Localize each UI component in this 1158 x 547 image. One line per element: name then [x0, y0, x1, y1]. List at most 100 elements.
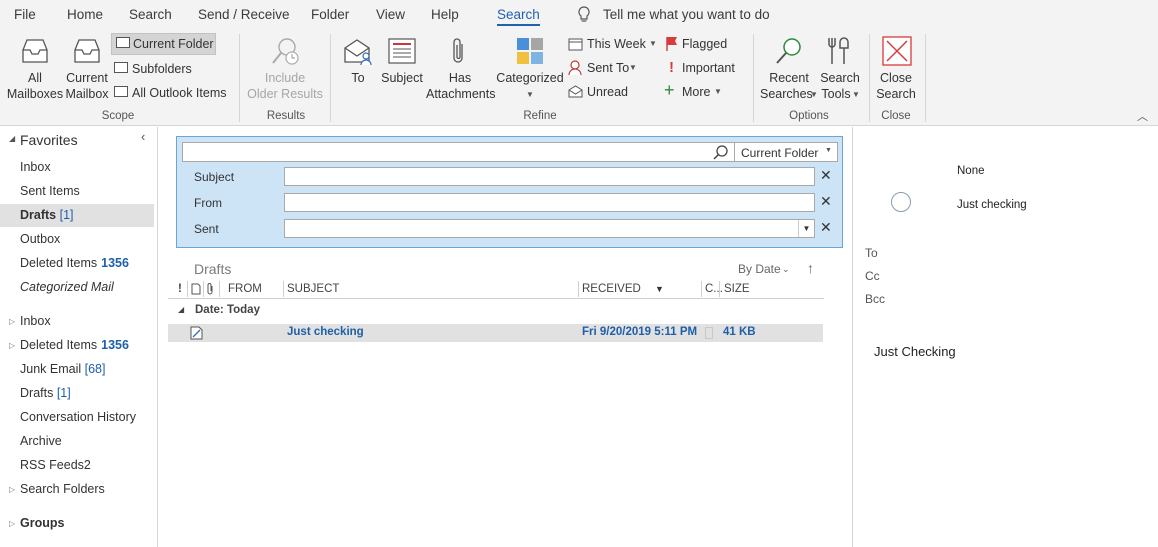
folder-junk-email[interactable]: Junk Email [68] — [20, 362, 105, 376]
this-week-label: This Week — [587, 37, 646, 51]
favorite-drafts[interactable]: Drafts [1] — [20, 208, 74, 222]
tab-send-receive[interactable]: Send / Receive — [198, 7, 290, 22]
categorized-button[interactable]: Categorized ▼ — [496, 32, 564, 104]
expand-arrow-icon[interactable]: ▷ — [9, 485, 15, 494]
has-attachments-button[interactable]: Has Attachments — [426, 32, 495, 104]
flagged-button[interactable]: Flagged — [664, 35, 736, 53]
clear-subject-icon[interactable]: ✕ — [820, 167, 832, 184]
expand-arrow-icon[interactable]: ▷ — [9, 317, 15, 326]
this-week-button[interactable]: This Week ▼ — [567, 35, 659, 53]
sort-direction-icon[interactable]: ↑ — [807, 260, 814, 276]
current-folder-button[interactable]: Current Folder — [111, 33, 216, 55]
category-box-icon — [705, 327, 713, 339]
exclamation-icon: ! — [669, 59, 674, 76]
all-outlook-items-label: All Outlook Items — [132, 86, 227, 100]
favorite-outbox[interactable]: Outbox — [20, 232, 60, 246]
column-divider — [719, 281, 720, 297]
group-collapse-icon[interactable]: ◢ — [178, 305, 184, 314]
column-divider — [701, 281, 702, 297]
category-column-header[interactable]: C... — [705, 283, 723, 295]
subject-column-header[interactable]: SUBJECT — [287, 283, 339, 295]
groups-header[interactable]: Groups — [20, 516, 64, 530]
current-folder-label: Current Folder — [133, 37, 214, 51]
person-icon — [568, 60, 582, 78]
recent-searches-button[interactable]: Recent Searches ▼ — [760, 32, 818, 104]
from-column-header[interactable]: FROM — [228, 283, 262, 295]
favorite-categorized-mail[interactable]: Categorized Mail — [20, 280, 114, 294]
include-older-results-button[interactable]: Include Older Results — [246, 32, 324, 104]
folder-conversation-history[interactable]: Conversation History — [20, 410, 136, 424]
minimize-pane-icon[interactable]: ‹ — [141, 129, 145, 144]
search-input[interactable] — [182, 142, 735, 162]
tab-view[interactable]: View — [376, 7, 405, 22]
clear-from-icon[interactable]: ✕ — [820, 193, 832, 210]
search-magnifier-icon[interactable] — [713, 145, 729, 164]
favorite-sent-items[interactable]: Sent Items — [20, 184, 80, 198]
ribbon-divider — [925, 34, 926, 122]
expand-arrow-icon[interactable]: ▷ — [9, 341, 15, 350]
clear-sent-icon[interactable]: ✕ — [820, 219, 832, 236]
folder-search-folders[interactable]: Search Folders — [20, 482, 105, 496]
sender-avatar[interactable] — [891, 192, 911, 212]
folder-rss-feeds[interactable]: RSS Feeds2 — [20, 458, 91, 472]
to-label: To — [865, 246, 878, 260]
favorite-inbox[interactable]: Inbox — [20, 160, 51, 174]
all-outlook-items-button[interactable]: All Outlook Items — [114, 84, 229, 102]
attachment-column-icon[interactable] — [206, 283, 214, 298]
lightbulb-icon — [577, 6, 591, 27]
subfolders-button[interactable]: Subfolders — [114, 60, 214, 78]
tab-help[interactable]: Help — [431, 7, 459, 22]
column-divider — [283, 281, 284, 297]
folder-icon — [116, 37, 130, 48]
sent-to-label: Sent To — [587, 61, 630, 75]
collapse-ribbon-icon[interactable]: ︿ — [1137, 108, 1148, 124]
from-field-label: From — [194, 196, 222, 210]
from-search-field[interactable] — [284, 193, 815, 212]
size-column-header[interactable]: SIZE — [724, 283, 750, 295]
search-tools-dropdown-icon: ▼ — [852, 90, 860, 99]
sent-dropdown-icon[interactable]: ▼ — [798, 220, 814, 237]
current-mailbox-button[interactable]: Current Mailbox — [64, 32, 110, 104]
subject-doc-icon — [388, 38, 416, 67]
collapse-arrow-icon[interactable]: ◢ — [9, 134, 15, 143]
sort-by-date[interactable]: By Date — [738, 262, 781, 276]
more-dropdown-icon: ▼ — [714, 87, 722, 96]
sort-dropdown-icon[interactable]: ⌄ — [782, 264, 790, 275]
search-scope-dropdown[interactable]: Current Folder ▼ — [734, 142, 838, 162]
tab-file[interactable]: File — [14, 7, 36, 22]
subject-button[interactable]: Subject — [380, 32, 424, 104]
importance-column-header[interactable]: ! — [178, 283, 182, 295]
folder-drafts[interactable]: Drafts [1] — [20, 386, 71, 400]
tab-folder[interactable]: Folder — [311, 7, 349, 22]
favorites-header[interactable]: Favorites — [20, 132, 78, 148]
all-mailboxes-button[interactable]: All Mailboxes — [6, 32, 63, 104]
search-tools-button[interactable]: Search Tools ▼ — [818, 32, 862, 104]
recent-searches-label-2: Searches — [760, 87, 813, 101]
received-column-header[interactable]: RECEIVED — [582, 283, 641, 295]
outlook-window: File Home Search Send / Receive Folder V… — [0, 0, 1158, 547]
expand-arrow-icon[interactable]: ▷ — [9, 519, 15, 528]
group-header-today[interactable]: Date: Today — [195, 304, 260, 316]
sent-to-button[interactable]: Sent To ▼ — [567, 59, 639, 77]
subject-search-field[interactable] — [284, 167, 815, 186]
tab-search-menu[interactable]: Search — [129, 7, 172, 22]
sent-search-field[interactable]: ▼ — [284, 219, 815, 238]
message-body: Just Checking — [874, 344, 956, 359]
tab-search[interactable]: Search — [497, 7, 540, 26]
row-received: Fri 9/20/2019 5:11 PM — [582, 326, 698, 338]
tell-me-box[interactable]: Tell me what you want to do — [603, 7, 770, 22]
flag-icon — [665, 36, 679, 54]
tab-home[interactable]: Home — [67, 7, 103, 22]
more-button[interactable]: + More ▼ — [664, 80, 728, 101]
to-button[interactable]: To — [338, 32, 378, 104]
favorite-deleted-items[interactable]: Deleted Items 1356 — [20, 256, 129, 270]
unread-button[interactable]: Unread — [567, 83, 639, 101]
item-type-column-icon[interactable] — [191, 283, 201, 298]
search-tools-label-1: Search — [820, 71, 860, 85]
table-row[interactable]: Just checking Fri 9/20/2019 5:11 PM 41 K… — [168, 324, 823, 342]
folder-deleted-items[interactable]: Deleted Items 1356 — [20, 338, 129, 352]
folder-archive[interactable]: Archive — [20, 434, 62, 448]
close-search-button[interactable]: Close Search — [874, 32, 918, 104]
important-button[interactable]: ! Important — [664, 59, 744, 77]
folder-inbox[interactable]: Inbox — [20, 314, 51, 328]
